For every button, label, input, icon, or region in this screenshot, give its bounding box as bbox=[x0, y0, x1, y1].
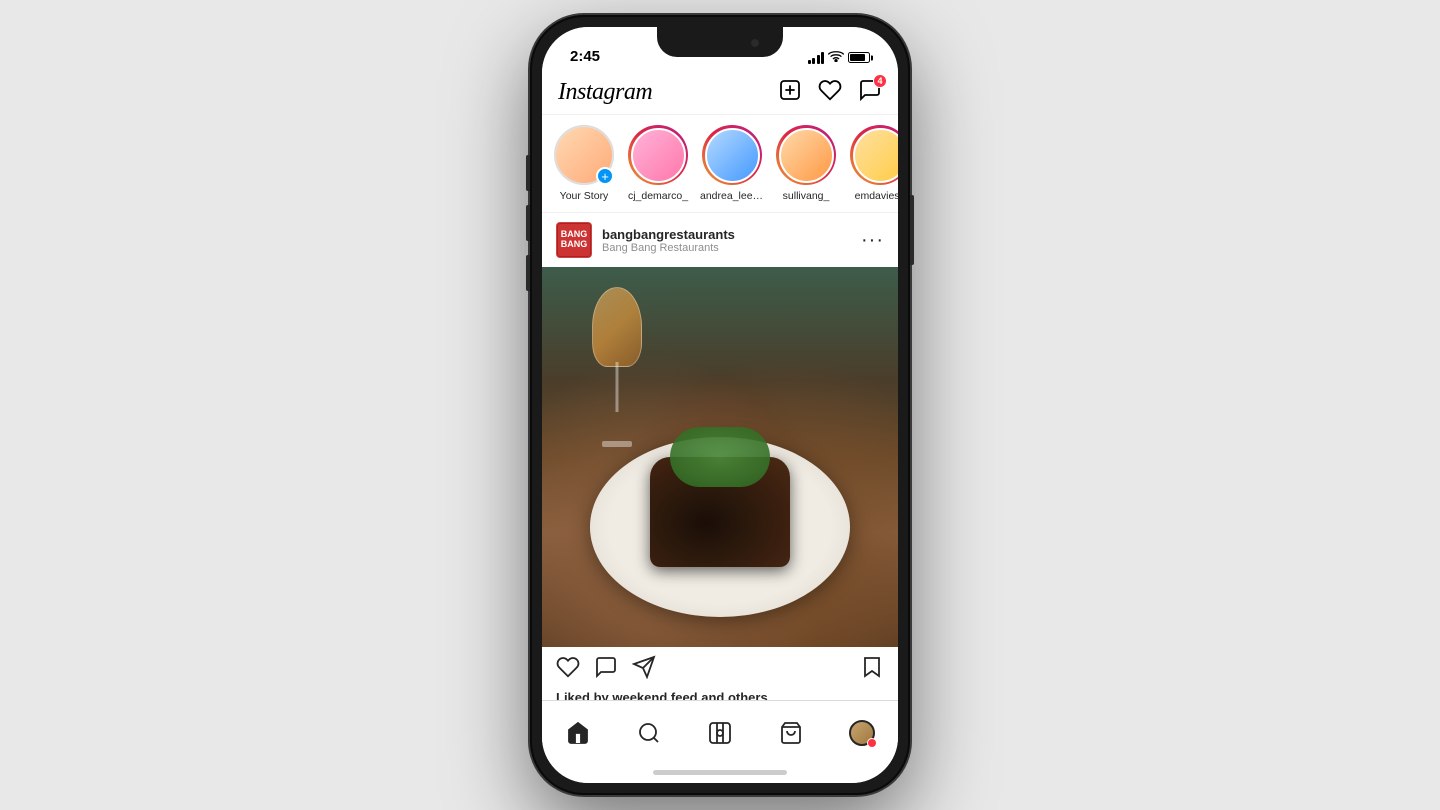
add-story-icon: + bbox=[596, 167, 614, 185]
post-user: BANGBANG bangbangrestaurants Bang Bang R… bbox=[556, 222, 735, 258]
story-item-cj[interactable]: cj_demarco_ bbox=[626, 125, 690, 202]
post-more-button[interactable]: ··· bbox=[861, 235, 884, 245]
comment-button[interactable] bbox=[594, 655, 618, 684]
post-actions bbox=[542, 647, 898, 690]
status-time: 2:45 bbox=[570, 48, 600, 65]
phone-frame: 2:45 bbox=[530, 15, 910, 795]
post-username[interactable]: bangbangrestaurants bbox=[602, 227, 735, 242]
stories-row: + Your Story cj_demarco_ bbox=[542, 115, 898, 213]
wifi-icon bbox=[828, 50, 844, 65]
story-avatar-emdavies bbox=[853, 128, 899, 183]
story-label-cj: cj_demarco_ bbox=[626, 190, 690, 202]
post-actions-left bbox=[556, 655, 656, 684]
like-button[interactable] bbox=[556, 655, 580, 684]
post-image bbox=[542, 267, 898, 647]
story-label-sullivan: sullivang_ bbox=[774, 190, 838, 202]
add-post-button[interactable] bbox=[778, 78, 802, 107]
messages-button[interactable]: 4 bbox=[858, 78, 882, 107]
story-avatar-wrap-emdavies bbox=[850, 125, 898, 185]
activity-button[interactable] bbox=[818, 78, 842, 107]
story-label-andrea: andrea_leema bbox=[700, 190, 764, 202]
your-story-item[interactable]: + Your Story bbox=[552, 125, 616, 202]
story-item-sullivan[interactable]: sullivang_ bbox=[774, 125, 838, 202]
status-bar: 2:45 bbox=[542, 27, 898, 71]
story-avatar-wrap-andrea bbox=[702, 125, 762, 185]
nav-profile[interactable] bbox=[840, 711, 884, 755]
story-ring-andrea bbox=[702, 125, 762, 185]
post-avatar: BANGBANG bbox=[556, 222, 592, 258]
signal-icon bbox=[808, 52, 825, 64]
instagram-logo: Instagram bbox=[558, 79, 652, 106]
post-avatar-inner: BANGBANG bbox=[557, 223, 591, 257]
nav-shop[interactable] bbox=[769, 711, 813, 755]
share-button[interactable] bbox=[632, 655, 656, 684]
story-label-emdavies: emdavies_ bbox=[848, 190, 898, 202]
phone-screen: 2:45 bbox=[542, 27, 898, 783]
nav-reels[interactable] bbox=[698, 711, 742, 755]
story-ring-cj bbox=[628, 125, 688, 185]
story-avatar-wrap-sullivan bbox=[776, 125, 836, 185]
story-avatar-wrap-cj bbox=[628, 125, 688, 185]
nav-home[interactable] bbox=[556, 711, 600, 755]
post-names: bangbangrestaurants Bang Bang Restaurant… bbox=[602, 227, 735, 254]
story-item-emdavies[interactable]: emdavies_ bbox=[848, 125, 898, 202]
battery-icon bbox=[848, 52, 870, 63]
story-avatar-sullivan bbox=[779, 128, 834, 183]
story-avatar-cj bbox=[631, 128, 686, 183]
story-item-andrea[interactable]: andrea_leema bbox=[700, 125, 764, 202]
notch bbox=[657, 27, 783, 57]
post-header: BANGBANG bangbangrestaurants Bang Bang R… bbox=[542, 213, 898, 267]
front-camera bbox=[749, 37, 761, 49]
story-ring-emdavies bbox=[850, 125, 898, 185]
message-badge: 4 bbox=[873, 74, 887, 88]
story-ring-sullivan bbox=[776, 125, 836, 185]
home-indicator bbox=[653, 770, 787, 775]
instagram-header: Instagram bbox=[542, 71, 898, 115]
food-background bbox=[542, 267, 898, 647]
garnish-element bbox=[670, 427, 770, 487]
header-icons: 4 bbox=[778, 78, 882, 107]
nav-search[interactable] bbox=[627, 711, 671, 755]
post-subname: Bang Bang Restaurants bbox=[602, 242, 735, 254]
your-story-avatar-wrap: + bbox=[554, 125, 614, 185]
your-story-label: Your Story bbox=[552, 190, 616, 202]
save-button[interactable] bbox=[860, 655, 884, 684]
wine-glass bbox=[592, 287, 642, 447]
profile-avatar bbox=[849, 720, 875, 746]
story-avatar-andrea bbox=[705, 128, 760, 183]
status-icons bbox=[808, 50, 871, 65]
